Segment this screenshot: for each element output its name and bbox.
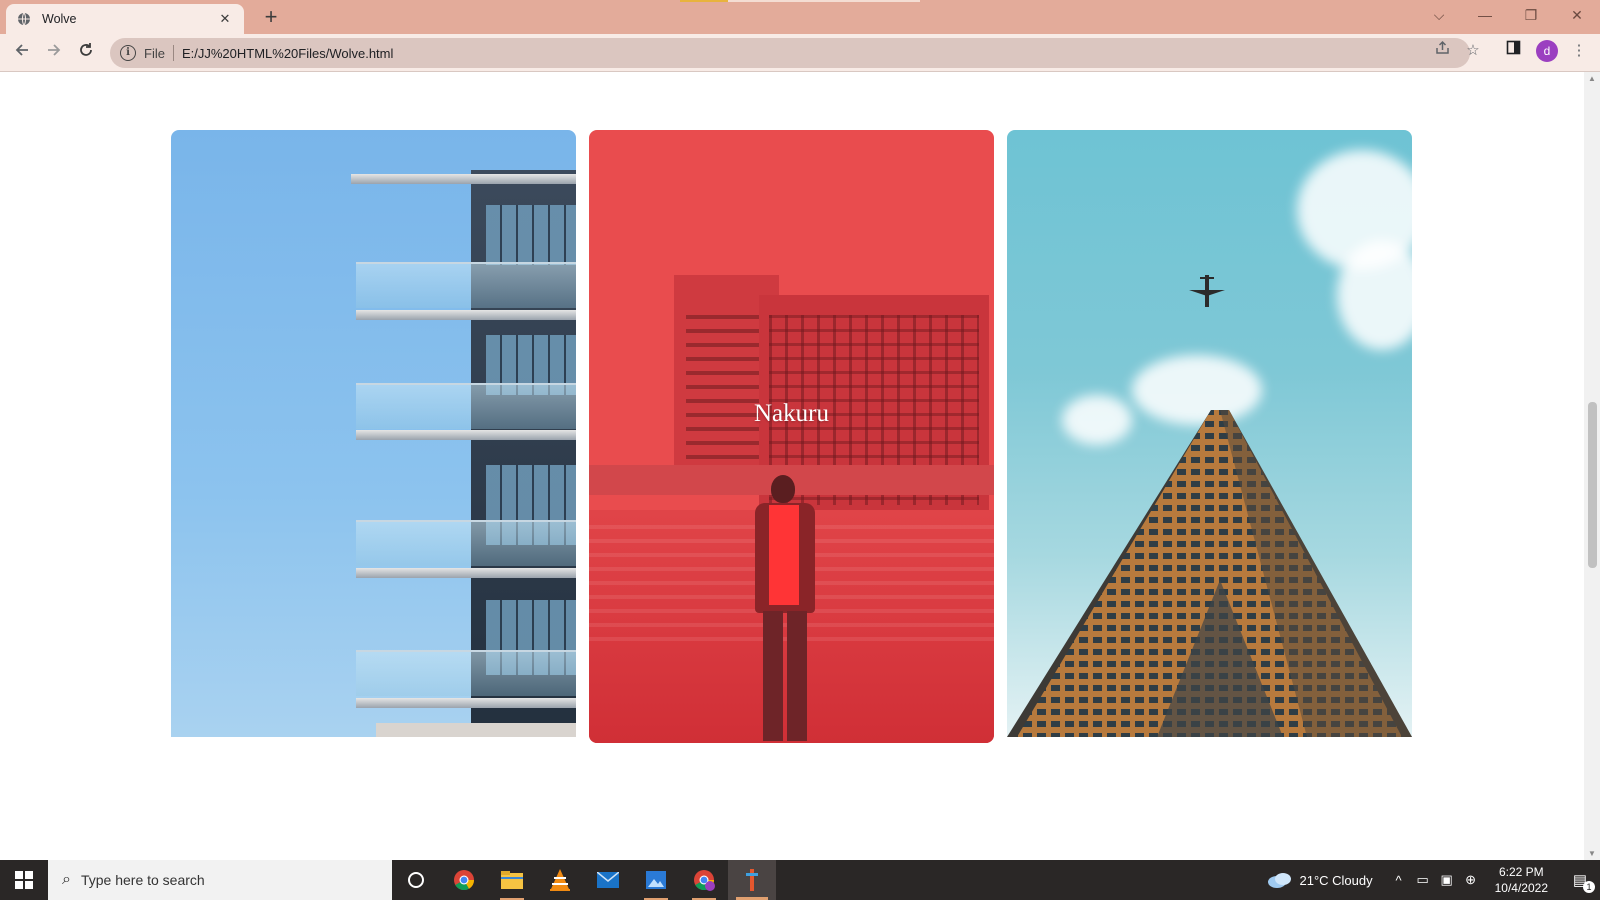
notification-count: 1 xyxy=(1583,881,1595,893)
card-title: Nakuru xyxy=(754,400,829,427)
side-panel-icon[interactable] xyxy=(1501,39,1525,63)
cloud-icon xyxy=(1268,873,1292,888)
scroll-down-icon[interactable]: ▼ xyxy=(1587,849,1597,858)
url-text[interactable]: E:/JJ%20HTML%20Files/Wolve.html xyxy=(182,46,393,61)
mail-icon[interactable] xyxy=(584,860,632,900)
notifications-icon[interactable]: ▤ 1 xyxy=(1560,860,1600,900)
tab-search-button[interactable]: ⌵ xyxy=(1420,3,1458,27)
tab-title: Wolve xyxy=(42,12,77,26)
skyscraper-card[interactable] xyxy=(1007,130,1412,737)
browser-menu-icon[interactable]: ⋮ xyxy=(1567,39,1591,63)
windows-taskbar: ⌕ Type here to search 21°C Cloudy ^ ▭ ▣ … xyxy=(0,860,1600,900)
chrome-icon[interactable] xyxy=(440,860,488,900)
new-tab-button[interactable]: + xyxy=(258,4,284,30)
tab-strip: Wolve ✕ + ⌵ — ❐ ✕ xyxy=(0,0,1600,34)
weather-widget[interactable]: 21°C Cloudy xyxy=(1267,872,1373,888)
battery-icon[interactable]: ▭ xyxy=(1411,872,1435,888)
balcony-building-card[interactable] xyxy=(171,130,576,737)
system-clock[interactable]: 6:22 PM 10/4/2022 xyxy=(1495,864,1548,896)
vlc-icon[interactable] xyxy=(536,860,584,900)
site-info-icon[interactable]: i xyxy=(120,45,136,61)
restore-button[interactable]: ❐ xyxy=(1512,3,1550,27)
search-icon: ⌕ xyxy=(62,871,71,888)
chevron-up-icon[interactable]: ^ xyxy=(1387,873,1411,888)
address-separator xyxy=(172,45,174,61)
scroll-up-icon[interactable]: ▲ xyxy=(1587,74,1597,83)
browser-tab[interactable]: Wolve ✕ xyxy=(6,4,244,34)
scrollbar-thumb[interactable] xyxy=(1588,402,1597,568)
page-scrollbar[interactable]: ▲ ▼ xyxy=(1584,72,1600,860)
globe-icon xyxy=(16,11,32,27)
share-icon[interactable] xyxy=(1430,39,1454,63)
tab-strip-indicator xyxy=(680,0,920,2)
clock-time: 6:22 PM xyxy=(1498,865,1544,879)
airplane-icon xyxy=(1189,275,1225,307)
bookmark-star-icon[interactable]: ☆ xyxy=(1461,39,1485,63)
scheme-label: File xyxy=(144,45,165,61)
skyscraper-image xyxy=(1007,275,1412,737)
system-tray: 21°C Cloudy ^ ▭ ▣ ⊕ 6:22 PM 10/4/2022 ▤ 1 xyxy=(1267,860,1600,900)
page-viewport: Nakuru xyxy=(0,72,1584,860)
chrome-profile-icon[interactable] xyxy=(680,860,728,900)
forward-arrow-icon[interactable] xyxy=(40,39,68,67)
nakuru-card[interactable]: Nakuru xyxy=(589,130,994,743)
windows-start-icon[interactable] xyxy=(0,860,48,900)
taskbar-search-box[interactable]: ⌕ Type here to search xyxy=(48,860,392,900)
profile-avatar[interactable]: d xyxy=(1536,40,1558,62)
network-icon[interactable]: ▣ xyxy=(1435,872,1459,888)
task-view-icon[interactable] xyxy=(392,860,440,900)
back-arrow-icon[interactable] xyxy=(8,39,36,67)
photos-icon[interactable] xyxy=(632,860,680,900)
person-figure xyxy=(749,475,821,743)
minimize-button[interactable]: — xyxy=(1466,3,1504,27)
language-globe-icon[interactable]: ⊕ xyxy=(1459,872,1483,888)
weather-text: 21°C Cloudy xyxy=(1299,872,1373,888)
address-bar[interactable]: i File E:/JJ%20HTML%20Files/Wolve.html xyxy=(110,38,1470,68)
browser-toolbar: i File E:/JJ%20HTML%20Files/Wolve.html ☆… xyxy=(0,34,1600,72)
close-tab-icon[interactable]: ✕ xyxy=(216,11,234,27)
close-window-button[interactable]: ✕ xyxy=(1558,3,1596,27)
reload-icon[interactable] xyxy=(72,39,100,67)
editor-app-icon[interactable] xyxy=(728,860,776,900)
taskbar-search-placeholder: Type here to search xyxy=(80,872,205,888)
file-explorer-icon[interactable] xyxy=(488,860,536,900)
clock-date: 10/4/2022 xyxy=(1494,881,1548,895)
balcony-building-image xyxy=(326,130,576,737)
